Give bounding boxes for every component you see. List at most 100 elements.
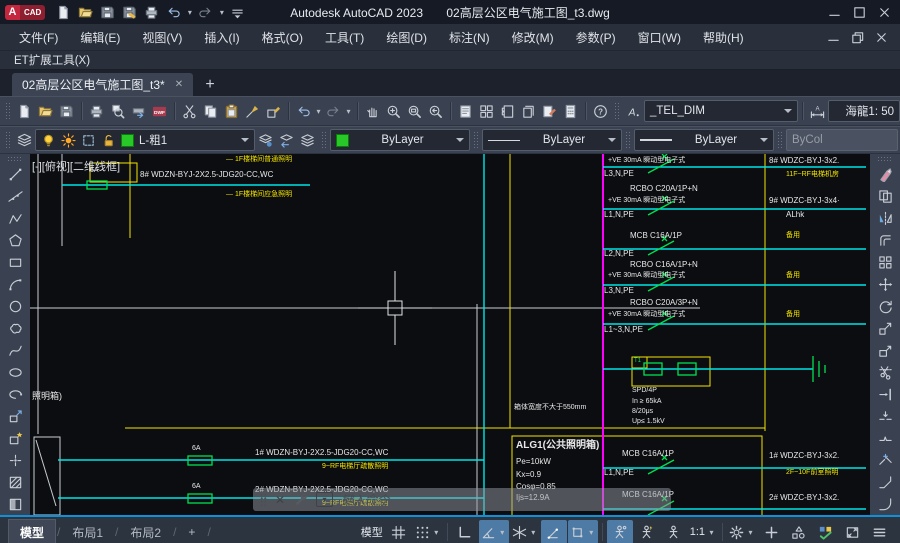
properties-icon[interactable] — [455, 100, 476, 122]
toolbar-grip[interactable] — [614, 102, 620, 120]
snap-dropdown[interactable]: ▾ — [432, 528, 441, 537]
hatch-icon[interactable] — [3, 471, 27, 493]
status-annotation-auto[interactable] — [634, 520, 660, 543]
scale-combo[interactable]: 海龍1: 50 — [828, 100, 900, 122]
publish-icon[interactable] — [128, 100, 149, 122]
design-center-icon[interactable] — [476, 100, 497, 122]
redo-icon[interactable] — [323, 100, 344, 122]
status-isolate-objects[interactable] — [785, 520, 811, 543]
save-icon[interactable] — [97, 1, 118, 23]
open-icon[interactable] — [35, 100, 56, 122]
menu-item-8[interactable]: 修改(M) — [501, 26, 565, 48]
status-workspace[interactable]: ▾ — [727, 520, 757, 543]
menu-et-extension-tools[interactable]: ET扩展工具(X) — [8, 49, 96, 71]
recent-commands-icon[interactable]: ▾ — [316, 492, 333, 507]
toolbar-grip[interactable] — [321, 131, 327, 149]
application-menu-button[interactable]: A CAD — [5, 5, 45, 20]
file-tab[interactable]: 02高层公区电气施工图_t3* ✕ — [12, 73, 193, 96]
trim-icon[interactable] — [873, 361, 897, 383]
block-editor-icon[interactable] — [263, 100, 284, 122]
status-graphics-performance[interactable] — [812, 520, 838, 543]
match-properties-icon[interactable] — [242, 100, 263, 122]
menu-item-11[interactable]: 帮助(H) — [692, 26, 755, 48]
dim-style-combo[interactable]: _TEL_DIM — [644, 100, 798, 122]
pan-icon[interactable] — [362, 100, 383, 122]
copy-clip-icon[interactable] — [200, 100, 221, 122]
plot-preview-icon[interactable] — [107, 100, 128, 122]
layer-properties-icon[interactable] — [14, 129, 35, 151]
polyline-icon[interactable] — [3, 207, 27, 229]
extend-icon[interactable] — [873, 383, 897, 405]
gradient-icon[interactable] — [3, 493, 27, 515]
maximize-icon[interactable] — [848, 3, 870, 21]
lineweight-combo[interactable]: ByLayer — [634, 129, 774, 151]
break-icon[interactable] — [873, 427, 897, 449]
layer-on-icon[interactable] — [41, 133, 56, 148]
stretch-icon[interactable] — [873, 339, 897, 361]
insert-block-icon[interactable] — [3, 405, 27, 427]
status-ortho[interactable] — [452, 520, 478, 543]
menu-item-6[interactable]: 绘图(D) — [375, 26, 438, 48]
minimize-icon[interactable] — [823, 3, 845, 21]
zoom-window-icon[interactable] — [404, 100, 425, 122]
line-icon[interactable] — [3, 163, 27, 185]
circle-icon[interactable] — [3, 295, 27, 317]
plot-icon[interactable] — [86, 100, 107, 122]
new-icon[interactable] — [53, 1, 74, 23]
isometric-dropdown[interactable]: ▾ — [529, 528, 538, 537]
layer-unlock-icon[interactable] — [101, 133, 116, 148]
redo-dropdown[interactable]: ▾ — [217, 8, 226, 17]
toolbar-grip[interactable] — [473, 131, 479, 149]
status-clean-screen[interactable] — [839, 520, 865, 543]
layer-combo[interactable]: L-粗1 — [35, 129, 255, 151]
layer-previous-icon[interactable] — [276, 129, 297, 151]
menu-item-0[interactable]: 文件(F) — [8, 26, 69, 48]
osnap-dropdown[interactable]: ▾ — [587, 528, 596, 537]
command-input[interactable]: 键入命令 — [341, 491, 389, 508]
point-icon[interactable] — [3, 449, 27, 471]
zoom-previous-icon[interactable] — [425, 100, 446, 122]
erase-icon[interactable] — [873, 163, 897, 185]
dwf-icon[interactable]: DWF — [149, 100, 170, 122]
rotate-icon[interactable] — [873, 295, 897, 317]
drawing-canvas[interactable]: [-][俯视][二维线框]— 1F楼梯间普通照明6A8# WDZN-BYJ-2X… — [30, 154, 870, 515]
ellipse-icon[interactable] — [3, 361, 27, 383]
fillet-icon[interactable] — [873, 493, 897, 515]
arc-icon[interactable] — [3, 273, 27, 295]
command-line[interactable]: ✕ ▾ 键入命令 — [253, 488, 671, 511]
wrench-icon[interactable] — [293, 492, 308, 507]
ellipse-arc-icon[interactable] — [3, 383, 27, 405]
toolbar-grip[interactable] — [777, 131, 783, 149]
construction-line-icon[interactable] — [3, 185, 27, 207]
toolbar-grip[interactable] — [5, 102, 11, 120]
close-tab-icon[interactable]: ✕ — [175, 79, 183, 90]
new-icon[interactable] — [14, 100, 35, 122]
palette-grip[interactable] — [7, 156, 23, 161]
layer-isolate-icon[interactable] — [297, 129, 318, 151]
command-line-grip[interactable] — [260, 493, 267, 507]
status-snap[interactable]: ▾ — [413, 520, 443, 543]
open-icon[interactable] — [75, 1, 96, 23]
text-style-icon[interactable]: A — [623, 100, 644, 122]
status-annotation-scale[interactable]: 1:1▾ — [688, 520, 718, 543]
markup-icon[interactable] — [539, 100, 560, 122]
break-point-icon[interactable] — [873, 405, 897, 427]
create-block-icon[interactable] — [3, 427, 27, 449]
revision-cloud-icon[interactable] — [3, 317, 27, 339]
status-customization[interactable] — [866, 520, 892, 543]
plot-icon[interactable] — [141, 1, 162, 23]
layout-tab-0[interactable]: 模型 — [8, 519, 56, 543]
menu-item-5[interactable]: 工具(T) — [314, 26, 375, 48]
rectangle-icon[interactable] — [3, 251, 27, 273]
layer-states-icon[interactable] — [255, 129, 276, 151]
workspace-dropdown[interactable]: ▾ — [746, 528, 755, 537]
status-grid[interactable] — [386, 520, 412, 543]
close-icon[interactable] — [873, 3, 895, 21]
status-annotation-visibility[interactable] — [607, 520, 633, 543]
dim-style-manager-icon[interactable]: A — [807, 100, 828, 122]
undo-dropdown[interactable]: ▾ — [314, 107, 323, 116]
redo-icon[interactable] — [195, 1, 216, 23]
help-icon[interactable]: ? — [590, 100, 611, 122]
new-tab-button[interactable]: + — [197, 73, 223, 96]
layout-tab-3[interactable]: + — [177, 520, 206, 543]
